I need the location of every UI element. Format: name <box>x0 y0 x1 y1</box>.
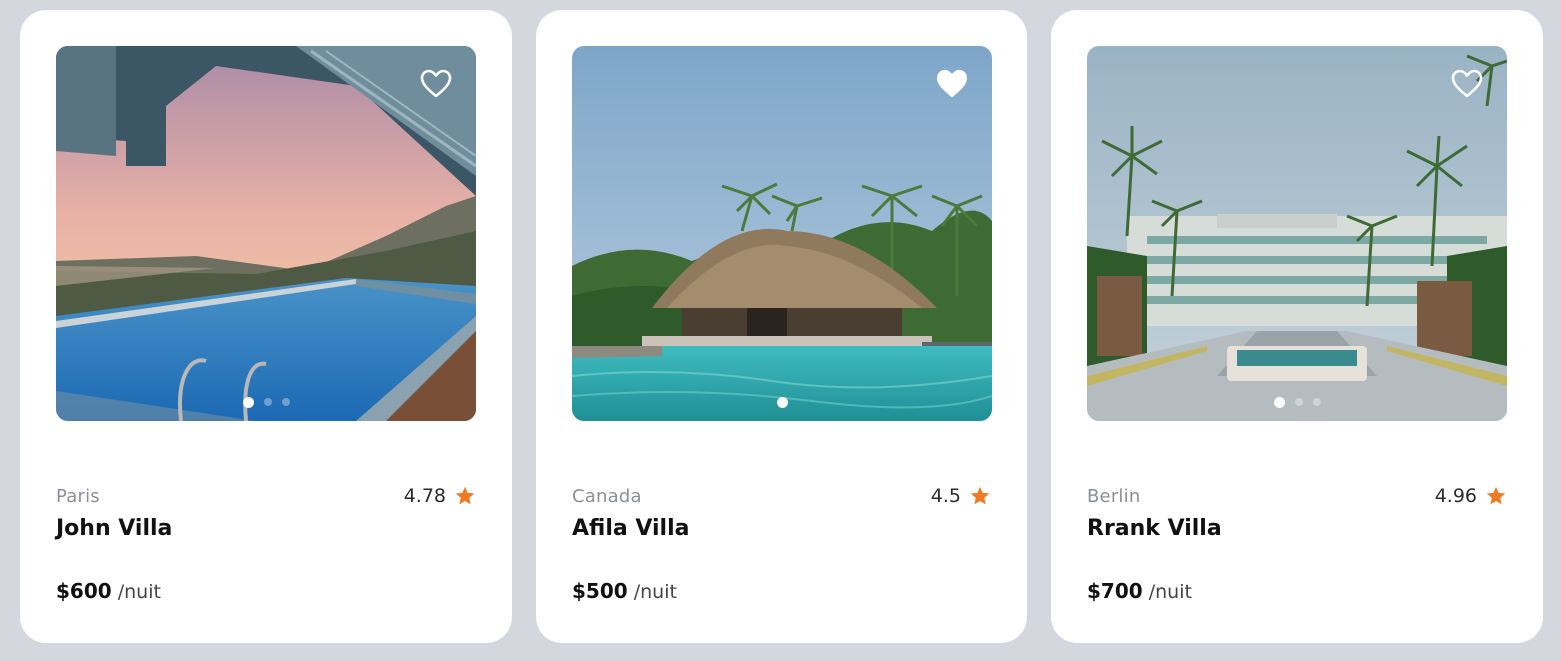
villa-pool-image <box>56 46 476 421</box>
listing-photo[interactable] <box>1087 46 1507 421</box>
listing-name: Afila Villa <box>572 516 690 541</box>
star-icon <box>455 486 475 505</box>
listing-name: Rrank Villa <box>1087 516 1222 541</box>
listing-card[interactable]: Canada 4.5 Afila Villa $500 /nuit <box>536 10 1027 643</box>
carousel-dot[interactable] <box>1294 398 1303 406</box>
listing-price: $600 /nuit <box>56 579 161 603</box>
carousel-dot[interactable] <box>1312 398 1321 406</box>
rating-value: 4.96 <box>1434 485 1477 507</box>
price-amount: $500 <box>572 579 628 603</box>
listing-grid: Paris 4.78 John Villa $600 /nuit Canada … <box>0 0 1561 661</box>
rating-value: 4.5 <box>930 485 961 507</box>
star-icon <box>1486 486 1506 505</box>
price-unit: /nuit <box>633 581 677 603</box>
carousel-dots <box>572 396 992 408</box>
favorite-button[interactable] <box>418 68 454 100</box>
favorite-button[interactable] <box>1449 68 1485 100</box>
heart-outline-icon <box>420 69 452 98</box>
listing-price: $500 /nuit <box>572 579 677 603</box>
listing-rating: 4.5 <box>931 485 991 507</box>
listing-info: Berlin 4.96 Rrank Villa $700 /nuit <box>1087 484 1507 603</box>
star-icon <box>970 486 990 505</box>
price-amount: $600 <box>56 579 112 603</box>
heart-outline-icon <box>1451 69 1483 98</box>
listing-city: Paris <box>56 485 100 507</box>
listing-card[interactable]: Berlin 4.96 Rrank Villa $700 /nuit <box>1051 10 1543 643</box>
carousel-dots <box>56 396 476 408</box>
listing-info: Paris 4.78 John Villa $600 /nuit <box>56 484 476 603</box>
listing-city: Canada <box>572 485 642 507</box>
carousel-dot[interactable] <box>281 398 290 406</box>
listing-price: $700 /nuit <box>1087 579 1192 603</box>
listing-name: John Villa <box>56 516 173 541</box>
rating-value: 4.78 <box>403 485 446 507</box>
carousel-dot[interactable] <box>1273 396 1285 408</box>
villa-resort-image <box>1087 46 1507 421</box>
carousel-dot[interactable] <box>776 396 788 408</box>
listing-rating: 4.78 <box>404 485 476 507</box>
villa-beach-hut-image <box>572 46 992 421</box>
price-unit: /nuit <box>1148 581 1192 603</box>
carousel-dots <box>1087 396 1507 408</box>
price-amount: $700 <box>1087 579 1143 603</box>
listing-card[interactable]: Paris 4.78 John Villa $600 /nuit <box>20 10 512 643</box>
carousel-dot[interactable] <box>242 396 254 408</box>
favorite-button[interactable] <box>934 68 970 100</box>
carousel-dot[interactable] <box>263 398 272 406</box>
listing-info: Canada 4.5 Afila Villa $500 /nuit <box>572 484 991 603</box>
heart-filled-icon <box>936 69 968 98</box>
listing-photo[interactable] <box>572 46 992 421</box>
listing-city: Berlin <box>1087 485 1141 507</box>
price-unit: /nuit <box>117 581 161 603</box>
listing-photo[interactable] <box>56 46 476 421</box>
listing-rating: 4.96 <box>1435 485 1507 507</box>
